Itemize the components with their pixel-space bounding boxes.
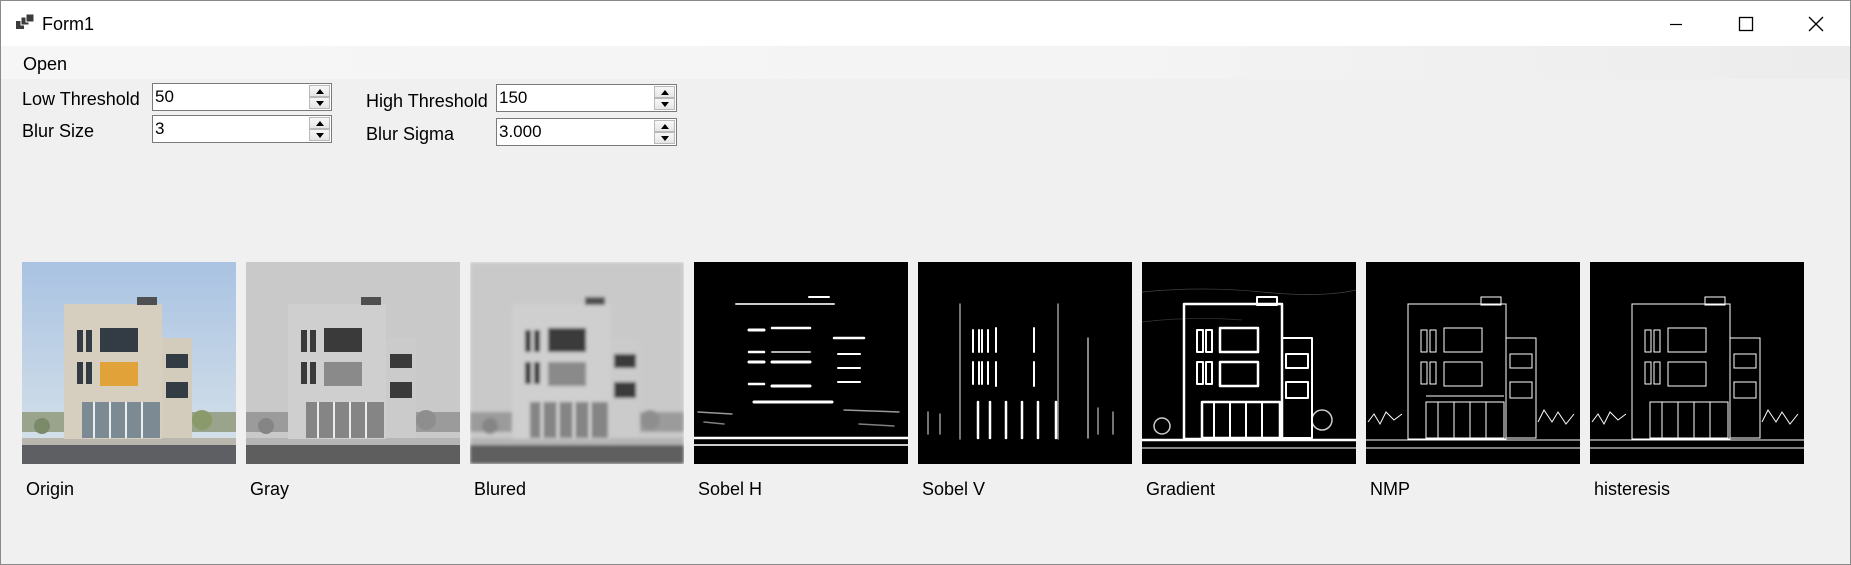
blur-size-label: Blur Size bbox=[22, 121, 95, 141]
menu-bar: Open bbox=[1, 46, 1850, 79]
close-button[interactable] bbox=[1781, 1, 1850, 46]
arrow-down-icon bbox=[660, 135, 669, 141]
arrow-down-icon bbox=[315, 100, 324, 106]
form-window: Form1 Open Low Threshold 50 Blur Size 3 … bbox=[0, 0, 1851, 565]
low-threshold-up-button[interactable] bbox=[309, 85, 330, 97]
histeresis-caption: histeresis bbox=[1594, 479, 1671, 499]
arrow-up-icon bbox=[660, 89, 669, 95]
gradient-caption: Gradient bbox=[1146, 479, 1216, 499]
sobel-h-image bbox=[694, 262, 908, 464]
sobel-h-caption: Sobel H bbox=[698, 479, 763, 499]
high-threshold-label: High Threshold bbox=[366, 91, 488, 111]
arrow-down-icon bbox=[315, 132, 324, 138]
arrow-up-icon bbox=[660, 123, 669, 129]
origin-image bbox=[22, 262, 236, 464]
high-threshold-down-button[interactable] bbox=[654, 98, 675, 110]
high-threshold-value[interactable]: 150 bbox=[499, 88, 527, 108]
sobel-v-caption: Sobel V bbox=[922, 479, 986, 499]
high-threshold-up-button[interactable] bbox=[654, 86, 675, 98]
blur-size-down-button[interactable] bbox=[309, 129, 330, 141]
app-icon bbox=[16, 14, 34, 29]
low-threshold-value[interactable]: 50 bbox=[155, 87, 174, 107]
blured-caption: Blured bbox=[474, 479, 527, 499]
low-threshold-label: Low Threshold bbox=[22, 89, 140, 109]
arrow-down-icon bbox=[660, 101, 669, 107]
origin-caption: Origin bbox=[26, 479, 75, 499]
blur-sigma-label: Blur Sigma bbox=[366, 124, 455, 144]
nmp-image bbox=[1366, 262, 1580, 464]
arrow-up-icon bbox=[315, 88, 324, 94]
blur-sigma-value[interactable]: 3.000 bbox=[499, 122, 542, 142]
gradient-image bbox=[1142, 262, 1356, 464]
arrow-up-icon bbox=[315, 120, 324, 126]
nmp-caption: NMP bbox=[1370, 479, 1410, 499]
maximize-button[interactable] bbox=[1711, 1, 1781, 46]
high-threshold-spinner[interactable]: 150 bbox=[496, 84, 677, 112]
window-title: Form1 bbox=[42, 14, 95, 34]
minimize-icon bbox=[1670, 23, 1682, 25]
histeresis-image bbox=[1590, 262, 1804, 464]
menu-open[interactable]: Open bbox=[21, 53, 69, 75]
low-threshold-spinner[interactable]: 50 bbox=[152, 83, 332, 111]
blured-image bbox=[470, 262, 684, 464]
blur-sigma-spinner[interactable]: 3.000 bbox=[496, 118, 677, 146]
low-threshold-down-button[interactable] bbox=[309, 97, 330, 109]
gray-image bbox=[246, 262, 460, 464]
title-bar[interactable]: Form1 bbox=[1, 1, 1850, 46]
blur-size-value[interactable]: 3 bbox=[155, 119, 164, 139]
maximize-icon bbox=[1738, 16, 1754, 31]
blur-size-spinner[interactable]: 3 bbox=[152, 115, 332, 143]
blur-sigma-up-button[interactable] bbox=[654, 120, 675, 132]
blur-sigma-down-button[interactable] bbox=[654, 132, 675, 144]
sobel-v-image bbox=[918, 262, 1132, 464]
blur-size-up-button[interactable] bbox=[309, 117, 330, 129]
minimize-button[interactable] bbox=[1641, 1, 1711, 46]
gray-caption: Gray bbox=[250, 479, 290, 499]
close-icon bbox=[1808, 16, 1824, 31]
